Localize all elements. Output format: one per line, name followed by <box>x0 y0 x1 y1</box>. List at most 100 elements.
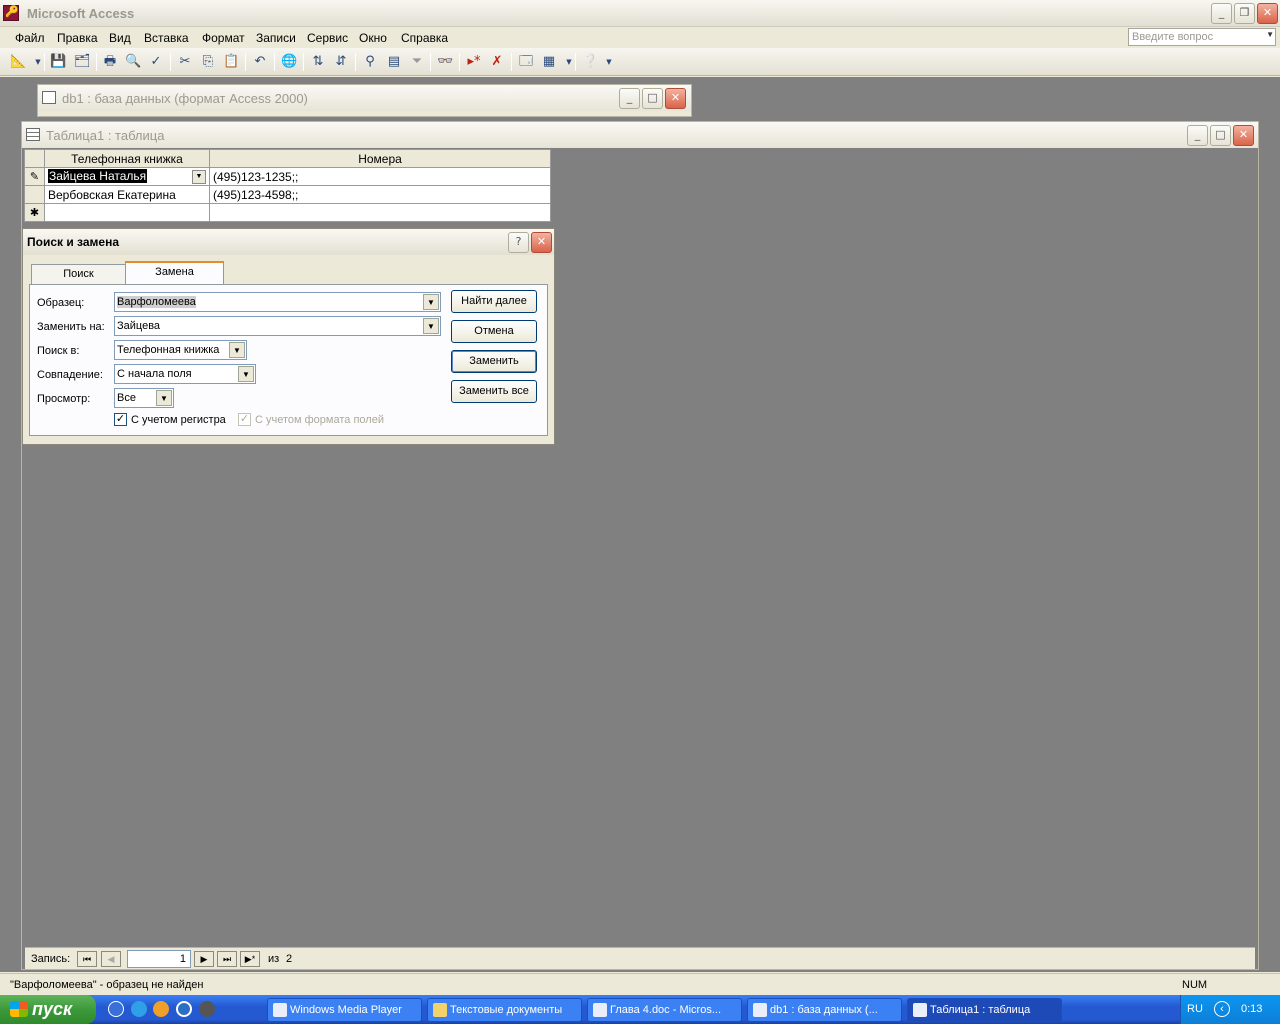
find-label: Образец: <box>37 297 85 309</box>
chevron-down-icon[interactable]: ▼ <box>238 366 254 382</box>
help-icon[interactable]: ❔ <box>582 54 598 70</box>
print-preview-icon[interactable]: 🔍 <box>125 54 141 70</box>
filter-by-selection-icon[interactable]: ⚲ <box>362 54 378 70</box>
menu-edit[interactable]: Правка <box>57 31 98 45</box>
access-key-icon[interactable] <box>3 5 19 21</box>
task-label: Таблица1 : таблица <box>930 1004 1031 1016</box>
app-quick-icon[interactable] <box>199 1001 215 1017</box>
table-cell-name[interactable]: Зайцева Наталья ▼ <box>44 167 210 186</box>
menu-help[interactable]: Справка <box>401 31 448 45</box>
start-button[interactable]: пуск <box>0 995 96 1024</box>
find-binoculars-icon[interactable]: 👓 <box>437 54 453 70</box>
record-number-input[interactable]: 1 <box>127 950 191 968</box>
new-record-icon[interactable]: ▸* <box>466 54 482 70</box>
hyperlink-icon[interactable]: 🌐 <box>281 54 297 70</box>
chevron-down-icon[interactable]: ▼ <box>192 170 206 184</box>
restore-icon[interactable]: ❐ <box>1234 3 1255 24</box>
print-icon[interactable]: 🖶 <box>102 54 118 70</box>
search-direction-select[interactable]: Все ▼ <box>114 388 174 408</box>
previous-record-icon[interactable]: ◀ <box>101 951 121 967</box>
close-icon[interactable]: ✕ <box>531 232 552 253</box>
spelling-icon[interactable]: ✓ <box>148 54 164 70</box>
match-case-checkbox[interactable]: ✓ <box>114 413 127 426</box>
database-window-icon[interactable]: 🗔 <box>518 54 534 70</box>
sort-descending-icon[interactable]: ⇵ <box>333 54 349 70</box>
new-object-icon[interactable]: ▦ <box>541 54 557 70</box>
close-icon[interactable]: ✕ <box>665 88 686 109</box>
table-cell-phone[interactable] <box>209 203 551 222</box>
first-record-icon[interactable]: ⏮ <box>77 951 97 967</box>
media-player-quick-icon[interactable] <box>176 1001 192 1017</box>
last-record-icon[interactable]: ⏭ <box>217 951 237 967</box>
table-cell-phone[interactable]: (495)123-4598;; <box>209 185 551 204</box>
menu-records[interactable]: Записи <box>256 31 296 45</box>
chevron-down-icon[interactable]: ▼ <box>423 318 439 334</box>
tab-replace[interactable]: Замена <box>125 261 224 284</box>
apply-filter-icon[interactable]: ⏷ <box>409 54 425 70</box>
replace-all-button[interactable]: Заменить все <box>451 380 537 403</box>
internet-explorer-icon[interactable] <box>131 1001 147 1017</box>
pencil-icon[interactable]: ✎ <box>24 167 45 186</box>
media-icon[interactable] <box>153 1001 169 1017</box>
new-record-nav-icon[interactable]: ▶* <box>240 951 260 967</box>
save-icon[interactable]: 💾 <box>50 54 66 70</box>
maximize-icon[interactable]: □ <box>642 88 663 109</box>
select-all-corner[interactable] <box>24 149 45 168</box>
delete-record-icon[interactable]: ✗ <box>489 54 505 70</box>
replace-button[interactable]: Заменить <box>451 350 537 373</box>
match-select[interactable]: С начала поля ▼ <box>114 364 256 384</box>
task-windows-media-player[interactable]: Windows Media Player <box>267 998 422 1022</box>
paste-icon[interactable]: 📋 <box>223 54 239 70</box>
table-cell-name[interactable]: Вербовская Екатерина <box>44 185 210 204</box>
search-files-icon[interactable]: 🗂 <box>74 54 91 70</box>
undo-icon[interactable]: ↶ <box>252 54 268 70</box>
column-header-numbers[interactable]: Номера <box>209 149 551 168</box>
menu-format[interactable]: Формат <box>202 31 245 45</box>
chevron-down-icon[interactable]: ▼ <box>229 342 245 358</box>
look-in-select[interactable]: Телефонная книжка ▼ <box>114 340 247 360</box>
chevron-left-icon[interactable]: ‹ <box>1214 1001 1230 1017</box>
chevron-down-icon[interactable]: ▼ <box>1266 30 1274 39</box>
filter-by-form-icon[interactable]: ▤ <box>386 54 402 70</box>
minimize-icon[interactable]: _ <box>619 88 640 109</box>
help-question-icon[interactable]: ? <box>508 232 529 253</box>
language-indicator[interactable]: RU <box>1187 1003 1203 1015</box>
ask-question-input[interactable]: Введите вопрос ▼ <box>1128 28 1276 46</box>
menu-tools[interactable]: Сервис <box>307 31 348 45</box>
chevron-down-icon[interactable]: ▼ <box>601 54 617 70</box>
cancel-button[interactable]: Отмена <box>451 320 537 343</box>
task-word-document[interactable]: Глава 4.doc - Micros... <box>587 998 742 1022</box>
cut-icon[interactable]: ✂ <box>177 54 193 70</box>
task-database[interactable]: db1 : база данных (... <box>747 998 902 1022</box>
task-text-documents[interactable]: Текстовые документы <box>427 998 582 1022</box>
minimize-icon[interactable]: _ <box>1187 125 1208 146</box>
design-view-icon[interactable]: 📐 <box>10 54 26 70</box>
maximize-icon[interactable]: □ <box>1210 125 1231 146</box>
match-format-checkbox[interactable]: ✓ <box>238 413 251 426</box>
copy-icon[interactable]: ⎘ <box>200 54 216 70</box>
new-record-asterisk-icon[interactable]: ✱ <box>24 203 45 222</box>
table-cell-name[interactable] <box>44 203 210 222</box>
menu-view[interactable]: Вид <box>109 31 131 45</box>
row-selector[interactable] <box>24 185 45 204</box>
table-cell-phone[interactable]: (495)123-1235;; <box>209 167 551 186</box>
toolbar-separator <box>430 53 431 71</box>
close-icon[interactable]: ✕ <box>1233 125 1254 146</box>
sort-ascending-icon[interactable]: ⇅ <box>310 54 326 70</box>
tab-find[interactable]: Поиск <box>31 264 126 284</box>
menu-insert[interactable]: Вставка <box>144 31 189 45</box>
find-what-input[interactable]: Варфоломеева ▼ <box>114 292 441 312</box>
task-table[interactable]: Таблица1 : таблица <box>907 998 1062 1022</box>
minimize-icon[interactable]: _ <box>1211 3 1232 24</box>
close-icon[interactable]: ✕ <box>1257 3 1278 24</box>
show-desktop-icon[interactable] <box>108 1001 124 1017</box>
column-header-phonebook[interactable]: Телефонная книжка <box>44 149 210 168</box>
find-next-button[interactable]: Найти далее <box>451 290 537 313</box>
replace-with-input[interactable]: Зайцева ▼ <box>114 316 441 336</box>
table-row-new: ✱ <box>24 203 551 222</box>
next-record-icon[interactable]: ▶ <box>194 951 214 967</box>
menu-window[interactable]: Окно <box>359 31 387 45</box>
chevron-down-icon[interactable]: ▼ <box>156 390 172 406</box>
menu-file[interactable]: Файл <box>15 31 45 45</box>
chevron-down-icon[interactable]: ▼ <box>423 294 439 310</box>
